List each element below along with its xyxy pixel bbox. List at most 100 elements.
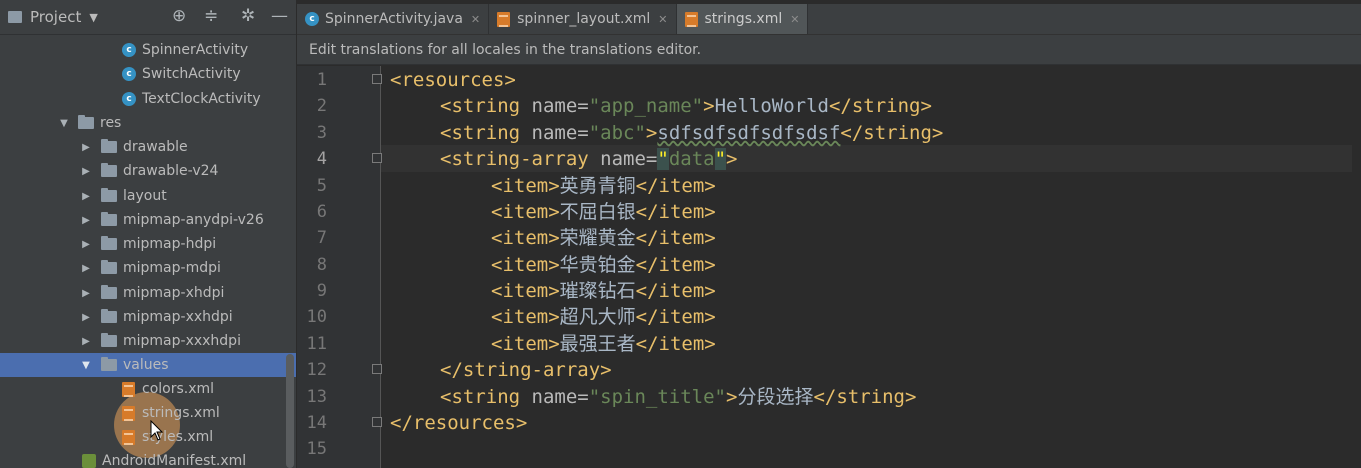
tree-item-mipmap-xxxhdpi[interactable]: ▶ mipmap-xxxhdpi <box>0 329 296 353</box>
xml-tag: <string-array <box>440 148 601 170</box>
xml-file-icon <box>684 11 698 27</box>
close-icon[interactable]: ✕ <box>658 13 667 26</box>
fold-icon[interactable] <box>372 74 382 84</box>
folder-icon <box>101 333 117 347</box>
line-number: 15 <box>306 439 327 459</box>
line-number: 6 <box>316 202 327 222</box>
tree-item-res[interactable]: ▼ res <box>0 111 296 135</box>
xml-tag: <item> <box>491 175 560 197</box>
collapsed-arrow-icon[interactable]: ▶ <box>80 336 92 347</box>
collapsed-arrow-icon[interactable]: ▶ <box>80 215 92 226</box>
expanded-arrow-icon[interactable]: ▼ <box>58 118 70 129</box>
tree-item-drawable-v24[interactable]: ▶ drawable-v24 <box>0 159 296 183</box>
fold-icon[interactable] <box>372 153 382 163</box>
tree-item-spinneractivity[interactable]: c SpinnerActivity <box>0 38 296 62</box>
xml-file-icon <box>122 405 135 421</box>
tab-spinneractivity-java[interactable]: c SpinnerActivity.java ✕ <box>297 4 490 34</box>
tree-scrollbar[interactable] <box>286 354 294 468</box>
collapsed-arrow-icon[interactable]: ▶ <box>80 191 92 202</box>
tree-item-mipmap-xxhdpi[interactable]: ▶ mipmap-xxhdpi <box>0 305 296 329</box>
mouse-pointer-icon <box>150 420 164 441</box>
tree-item-label: values <box>123 357 169 373</box>
code-line-8: <item>华贵铂金</item> <box>491 252 716 278</box>
tree-item-mipmap-hdpi[interactable]: ▶ mipmap-hdpi <box>0 232 296 256</box>
tree-item-label: mipmap-mdpi <box>123 260 221 276</box>
line-number: 11 <box>306 334 327 354</box>
chevron-down-icon[interactable]: ▼ <box>89 11 97 24</box>
tree-item-strings-xml[interactable]: strings.xml <box>0 401 296 425</box>
project-panel-title[interactable]: Project <box>30 8 81 26</box>
tree-item-values[interactable]: ▼ values <box>0 353 296 377</box>
collapsed-arrow-icon[interactable]: ▶ <box>80 166 92 177</box>
xml-file-icon <box>497 11 511 27</box>
java-class-icon: c <box>122 43 136 57</box>
line-number: 12 <box>306 360 327 380</box>
collapsed-arrow-icon[interactable]: ▶ <box>80 263 92 274</box>
folder-icon <box>101 188 117 202</box>
close-icon[interactable]: ✕ <box>790 13 799 26</box>
tree-item-mipmap-xhdpi[interactable]: ▶ mipmap-xhdpi <box>0 281 296 305</box>
translations-notification: Edit translations for all locales in the… <box>297 35 1361 65</box>
item-text: 华贵铂金 <box>559 254 636 276</box>
minimize-icon[interactable]: — <box>271 8 288 25</box>
xml-tag: <item> <box>491 280 560 302</box>
xml-tag: <item> <box>491 254 560 276</box>
target-icon[interactable]: ⊕ <box>172 8 186 25</box>
fold-icon[interactable] <box>372 417 382 427</box>
collapsed-arrow-icon[interactable]: ▶ <box>80 142 92 153</box>
tree-item-colors-xml[interactable]: colors.xml <box>0 377 296 401</box>
xml-text: HelloWorld <box>714 95 829 117</box>
tab-spinner-layout-xml[interactable]: spinner_layout.xml ✕ <box>489 4 677 34</box>
folder-icon <box>101 285 117 299</box>
tree-item-label: colors.xml <box>142 381 215 397</box>
folder-icon <box>101 357 117 371</box>
editor-scrollbar[interactable] <box>1352 66 1361 468</box>
xml-file-icon <box>122 381 135 397</box>
code-line-10: <item>超凡大师</item> <box>491 304 716 330</box>
collapse-icon[interactable]: ≑ <box>204 8 218 25</box>
gear-icon[interactable]: ✲ <box>241 8 255 25</box>
folder-icon <box>101 309 117 323</box>
collapsed-arrow-icon[interactable]: ▶ <box>80 239 92 250</box>
xml-attr: name= <box>600 148 658 170</box>
tree-item-mipmap-mdpi[interactable]: ▶ mipmap-mdpi <box>0 256 296 280</box>
tree-item-androidmanifest[interactable]: AndroidManifest.xml <box>0 449 296 468</box>
xml-attr: name= <box>531 95 589 117</box>
matched-quote: " <box>714 148 727 170</box>
xml-value: data <box>668 148 715 170</box>
fold-icon[interactable] <box>372 364 382 374</box>
code-line-1: <resources> <box>390 67 516 93</box>
xml-tag: <item> <box>491 333 560 355</box>
editor-tab-bar: c SpinnerActivity.java ✕ spinner_layout.… <box>297 4 1361 35</box>
tree-item-textclockactivity[interactable]: c TextClockActivity <box>0 87 296 111</box>
tree-item-layout[interactable]: ▶ layout <box>0 184 296 208</box>
xml-tag: </item> <box>635 306 716 328</box>
xml-tag: </string-array> <box>440 359 612 381</box>
expanded-arrow-icon[interactable]: ▼ <box>80 360 92 371</box>
tab-label: strings.xml <box>704 11 783 27</box>
xml-tag: <string <box>440 95 532 117</box>
tab-strings-xml[interactable]: strings.xml ✕ <box>676 4 809 34</box>
matched-quote: " <box>657 148 669 170</box>
xml-tag: </resources> <box>390 412 528 434</box>
line-number: 10 <box>306 307 327 327</box>
tree-item-label: drawable-v24 <box>123 163 219 179</box>
tree-item-mipmap-anydpi-v26[interactable]: ▶ mipmap-anydpi-v26 <box>0 208 296 232</box>
tree-item-label: SpinnerActivity <box>142 42 249 58</box>
java-class-icon: c <box>122 92 136 106</box>
collapsed-arrow-icon[interactable]: ▶ <box>80 312 92 323</box>
collapsed-arrow-icon[interactable]: ▶ <box>80 288 92 299</box>
project-folder-icon <box>8 11 22 23</box>
tree-item-drawable[interactable]: ▶ drawable <box>0 135 296 159</box>
line-number: 9 <box>316 281 327 301</box>
item-text: 璀璨钻石 <box>559 280 636 302</box>
tree-item-switchactivity[interactable]: c SwitchActivity <box>0 62 296 86</box>
code-line-2: <string name="app_name">HelloWorld</stri… <box>440 93 932 119</box>
tree-item-styles-xml[interactable]: styles.xml <box>0 425 296 449</box>
xml-tag: </item> <box>635 254 716 276</box>
xml-tag: </item> <box>635 280 716 302</box>
tree-item-label: layout <box>123 188 167 204</box>
tab-label: spinner_layout.xml <box>517 11 651 27</box>
xml-text: sdfsdfsdfsdfsdsf <box>657 122 841 144</box>
close-icon[interactable]: ✕ <box>471 13 480 26</box>
